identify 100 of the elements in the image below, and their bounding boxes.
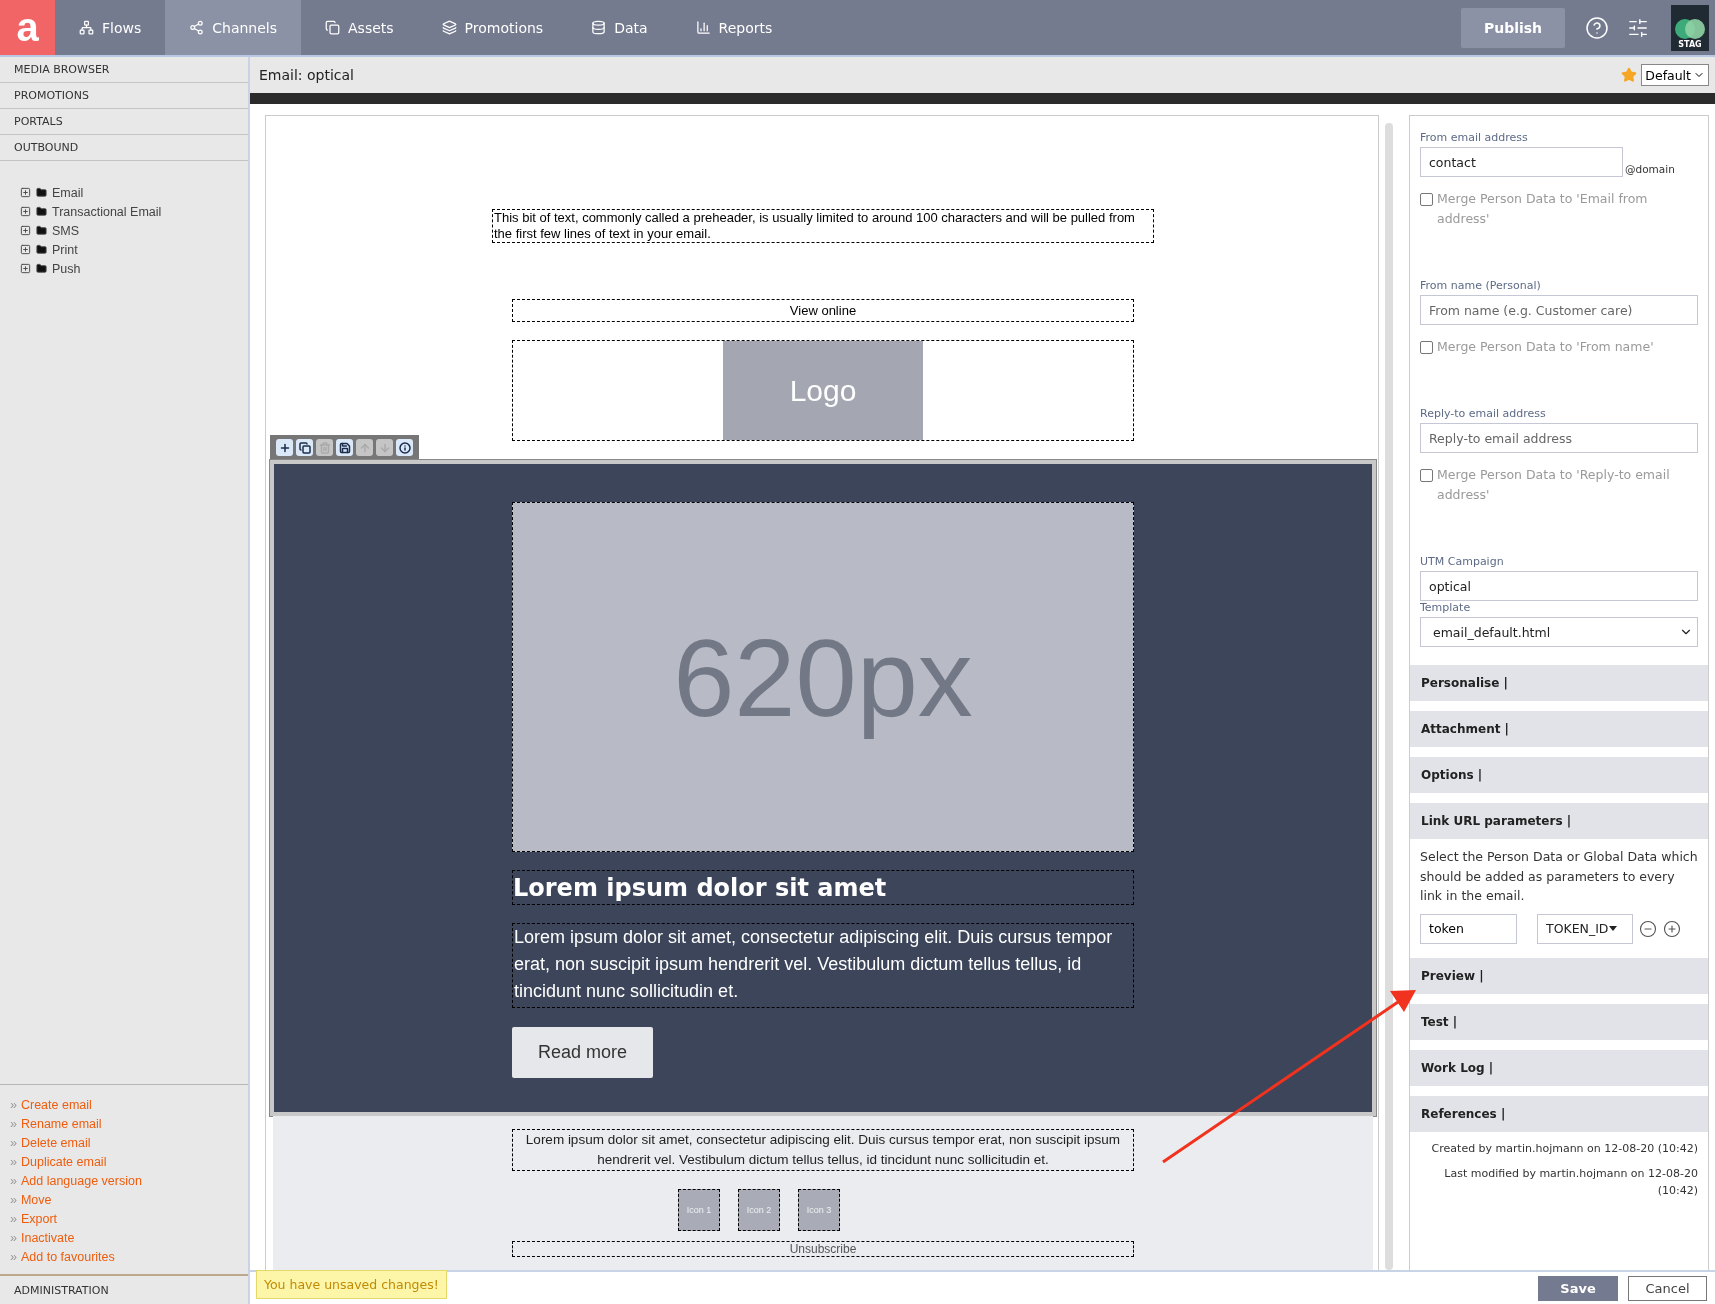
caret-icon — [1609, 926, 1618, 931]
expand-icon[interactable] — [20, 206, 31, 217]
save-button[interactable]: Save — [1538, 1275, 1618, 1301]
field-label: Template — [1420, 601, 1472, 614]
nav-tab[interactable]: Data — [567, 0, 672, 55]
copy-icon[interactable] — [296, 439, 313, 456]
bullet-mark: » — [10, 1230, 17, 1245]
tree-item[interactable]: Push — [52, 261, 81, 276]
cancel-button[interactable]: Cancel — [1628, 1275, 1707, 1301]
expand-icon[interactable] — [20, 263, 31, 274]
section-header[interactable]: Attachment | — [1410, 711, 1708, 747]
page-title: Email: optical — [259, 67, 355, 83]
bar-chart-icon — [695, 20, 711, 35]
section-header[interactable]: Work Log | — [1410, 1049, 1708, 1086]
checkbox[interactable] — [1420, 193, 1433, 206]
nav-tab[interactable]: Assets — [301, 0, 418, 55]
circles-icon — [1673, 17, 1707, 40]
tree-item[interactable]: Transactional Email — [52, 204, 162, 219]
sidebar-section[interactable]: PROMOTIONS — [0, 83, 248, 109]
reference-text: Last modified by martin.hojmann on 12-08-20 (10:42) — [1443, 1165, 1698, 1199]
folder-icon — [36, 187, 47, 198]
block-text: Lorem ipsum dolor sit amet, consectetur adipiscing elit. Duis cursus tempor erat, non suscipit ipsum hendrerit vel. Vestibulum dictum tellus tellus, id tincidunt nunc sollicitudin et. — [512, 923, 1134, 1008]
expand-icon[interactable] — [20, 187, 31, 198]
placeholder-label: Icon 2 — [746, 1205, 772, 1215]
save-icon[interactable] — [336, 439, 353, 456]
nav-tab[interactable]: Reports — [671, 0, 797, 55]
section-header[interactable]: Preview | — [1410, 957, 1708, 994]
expand-icon[interactable] — [20, 244, 31, 255]
unsaved-notice: You have unsaved changes! — [256, 1269, 447, 1299]
checkbox-label: Merge Person Data to 'Reply-to email address' — [1437, 466, 1671, 504]
help-icon[interactable] — [1585, 15, 1609, 40]
bullet-mark: » — [10, 1097, 17, 1112]
bullet-mark: » — [10, 1116, 17, 1131]
parameter-field[interactable]: token — [1420, 913, 1517, 944]
field-label: Reply-to email address — [1420, 407, 1547, 420]
bullet-mark: » — [10, 1192, 17, 1207]
footer-text: Lorem ipsum dolor sit amet, consectetur adipiscing elit. Duis cursus tempor erat, non suscipit ipsum hendrerit vel. Vestibulum dictum tellus tellus, id tincidunt nunc sollicitudin et. — [512, 1129, 1134, 1171]
bullet-mark: » — [10, 1249, 17, 1264]
database-icon — [591, 20, 607, 35]
star-icon[interactable] — [1621, 67, 1638, 83]
nav-tab[interactable]: Promotions — [417, 0, 568, 55]
view-online-link[interactable]: View online — [512, 299, 1134, 322]
section-header[interactable]: References | — [1410, 1095, 1708, 1132]
tree-item[interactable]: SMS — [52, 223, 80, 238]
remove-icon[interactable] — [1639, 919, 1657, 938]
block-heading: Lorem ipsum dolor sit amet — [512, 870, 1134, 905]
field-label: From email address — [1420, 131, 1529, 144]
bullet-mark: » — [10, 1211, 17, 1226]
scrollbar[interactable] — [1385, 123, 1393, 1270]
bullet-mark: » — [10, 1154, 17, 1169]
domain-suffix: @domain — [1625, 163, 1675, 177]
add-icon[interactable] — [1663, 919, 1681, 938]
sidebar-section[interactable]: OUTBOUND — [0, 135, 248, 161]
reference-text: Created by martin.hojmann on 12-08-20 (10:42) — [1430, 1140, 1698, 1157]
settings-icon[interactable] — [1627, 16, 1649, 39]
text-field[interactable]: Reply-to email address — [1420, 423, 1698, 453]
unsubscribe-link[interactable]: Unsubscribe — [512, 1241, 1134, 1257]
nav-tab[interactable]: Flows — [55, 0, 166, 55]
environment-label: STAG — [1678, 39, 1702, 49]
view-select[interactable]: Default — [1641, 64, 1709, 86]
read-more-button[interactable]: Read more — [512, 1027, 653, 1078]
template-select[interactable]: email_default.html — [1420, 617, 1698, 647]
sidebar-section[interactable]: ADMINISTRATION — [0, 1274, 248, 1304]
checkbox[interactable] — [1420, 469, 1433, 482]
text-field[interactable]: optical — [1420, 571, 1698, 601]
add-icon[interactable] — [276, 439, 293, 456]
section-header[interactable]: Personalise | — [1410, 665, 1708, 701]
bullet-mark: » — [10, 1135, 17, 1150]
sidebar-section[interactable]: MEDIA BROWSER — [0, 57, 248, 83]
folder-icon — [36, 244, 47, 255]
placeholder-label: Logo — [789, 373, 857, 408]
info-icon[interactable] — [396, 439, 413, 456]
section-description: Select the Person Data or Global Data which should be added as parameters to every link in the email. — [1420, 848, 1698, 905]
layers-icon — [441, 20, 457, 35]
field-label: From name (Personal) — [1420, 279, 1542, 292]
checkbox-label: Merge Person Data to 'Email from address' — [1437, 190, 1649, 228]
preheader-text: This bit of text, commonly called a preheader, is usually limited to around 100 characters and will be pulled from the first few lines of text in your email. — [492, 209, 1154, 243]
text-field[interactable]: contact — [1420, 147, 1623, 177]
placeholder-label: 620px — [673, 614, 973, 741]
folder-icon — [36, 206, 47, 217]
placeholder-label: Icon 1 — [686, 1205, 712, 1215]
sidebar-section[interactable]: PORTALS — [0, 109, 248, 135]
folder-icon — [36, 225, 47, 236]
tree-item[interactable]: Email — [52, 185, 84, 200]
field-label: UTM Campaign — [1420, 555, 1505, 568]
parameter-dropdown[interactable]: TOKEN_ID — [1537, 913, 1633, 944]
environment-badge[interactable]: STAG — [1671, 4, 1709, 51]
checkbox-label: Merge Person Data to 'From name' — [1437, 338, 1654, 356]
nodes-icon — [189, 20, 205, 35]
hierarchy-icon — [79, 20, 94, 35]
copy-icon — [325, 20, 341, 35]
expand-icon[interactable] — [20, 225, 31, 236]
section-header[interactable]: Link URL parameters | — [1410, 803, 1708, 839]
folder-icon — [36, 263, 47, 274]
checkbox[interactable] — [1420, 341, 1433, 354]
text-field[interactable]: From name (e.g. Customer care) — [1420, 295, 1698, 325]
section-header[interactable]: Test | — [1410, 1003, 1708, 1040]
bullet-mark: » — [10, 1173, 17, 1188]
tree-item[interactable]: Print — [52, 242, 78, 257]
section-header[interactable]: Options | — [1410, 757, 1708, 793]
